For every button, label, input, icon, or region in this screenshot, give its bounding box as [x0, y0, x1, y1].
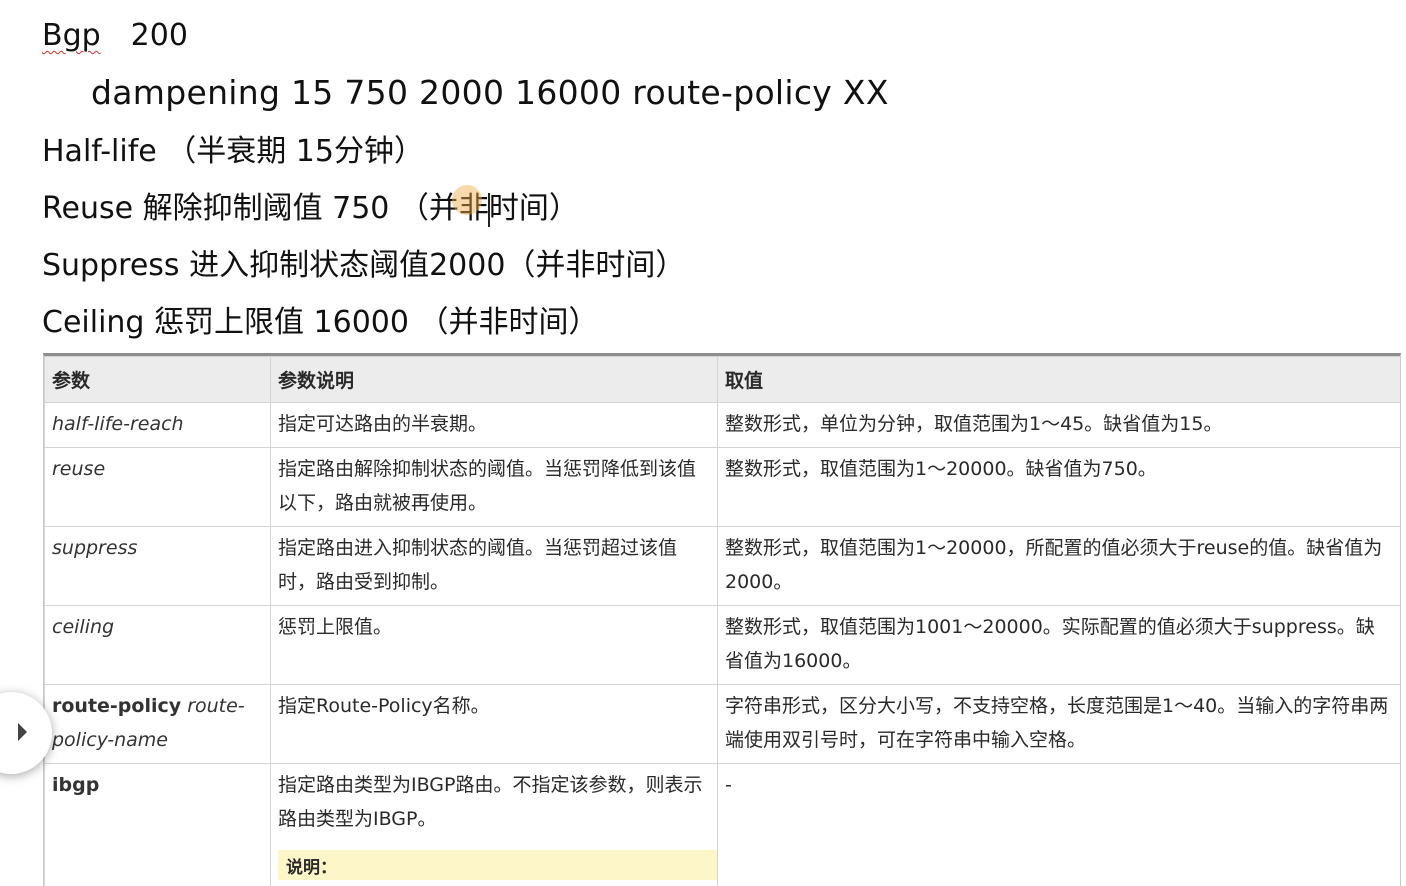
table-row: half-life-reach 指定可达路由的半衰期。 整数形式，单位为分钟，取… [45, 403, 1401, 448]
note-dampening-line: dampening 15 750 2000 16000 route-policy… [91, 73, 889, 113]
row-desc-text: 指定路由类型为IBGP路由。不指定该参数，则表示路由类型为IBGP。 [278, 768, 710, 836]
table-row: ceiling 惩罚上限值。 整数形式，取值范围为1001～20000。实际配置… [45, 606, 1401, 685]
row-param: route-policy route-policy-name [45, 685, 271, 764]
table-row: ibgp 指定路由类型为IBGP路由。不指定该参数，则表示路由类型为IBGP。 … [45, 764, 1401, 886]
table-header-row: 参数 参数说明 取值 [45, 357, 1401, 403]
row-value: 整数形式，取值范围为1～20000，所配置的值必须大于reuse的值。缺省值为2… [718, 527, 1401, 606]
row-desc: 指定可达路由的半衰期。 [271, 403, 718, 448]
table-row: route-policy route-policy-name 指定Route-P… [45, 685, 1401, 764]
note-reuse-line: Reuse 解除抑制阈值 750 （并非时间） [42, 189, 579, 229]
row-param: suppress [45, 527, 271, 606]
row-desc: 惩罚上限值。 [271, 606, 718, 685]
row-desc: 指定路由解除抑制状态的阈值。当惩罚降低到该值以下，路由就被再使用。 [271, 448, 718, 527]
text-caret [488, 193, 490, 227]
row-value: - [718, 764, 1401, 886]
note-box: 说明： [278, 850, 718, 880]
row-param: ibgp [45, 764, 271, 886]
row-value: 字符串形式，区分大小写，不支持空格，长度范围是1～40。当输入的字符串两端使用双… [718, 685, 1401, 764]
table-row: reuse 指定路由解除抑制状态的阈值。当惩罚降低到该值以下，路由就被再使用。 … [45, 448, 1401, 527]
parameter-table: 参数 参数说明 取值 half-life-reach 指定可达路由的半衰期。 整… [44, 356, 1401, 886]
row-value: 整数形式，取值范围为1001～20000。实际配置的值必须大于suppress。… [718, 606, 1401, 685]
row-desc: 指定路由进入抑制状态的阈值。当惩罚超过该值时，路由受到抑制。 [271, 527, 718, 606]
bgp-keyword: Bgp [42, 18, 101, 53]
param-keyword: route-policy [52, 695, 181, 717]
table-row: suppress 指定路由进入抑制状态的阈值。当惩罚超过该值时，路由受到抑制。 … [45, 527, 1401, 606]
param-keyword: ibgp [52, 774, 99, 796]
header-value: 取值 [718, 357, 1401, 403]
note-suppress-line: Suppress 进入抑制状态阈值2000（并非时间） [42, 246, 685, 286]
row-param: ceiling [45, 606, 271, 685]
row-desc: 指定路由类型为IBGP路由。不指定该参数，则表示路由类型为IBGP。 说明： [271, 764, 718, 886]
note-ceiling-line: Ceiling 惩罚上限值 16000 （并非时间） [42, 303, 599, 343]
parameter-table-container: 参数 参数说明 取值 half-life-reach 指定可达路由的半衰期。 整… [43, 353, 1401, 886]
bgp-asn: 200 [131, 18, 188, 53]
pointer-highlight [452, 185, 482, 215]
note-half-life-line: Half-life （半衰期 15分钟） [42, 132, 424, 172]
row-desc: 指定Route-Policy名称。 [271, 685, 718, 764]
row-param: half-life-reach [45, 403, 271, 448]
row-value: 整数形式，单位为分钟，取值范围为1～45。缺省值为15。 [718, 403, 1401, 448]
row-param: reuse [45, 448, 271, 527]
row-value: 整数形式，取值范围为1～20000。缺省值为750。 [718, 448, 1401, 527]
header-param: 参数 [45, 357, 271, 403]
header-desc: 参数说明 [271, 357, 718, 403]
note-bgp-line: Bgp 200 [42, 16, 188, 56]
chevron-right-icon [18, 723, 27, 741]
